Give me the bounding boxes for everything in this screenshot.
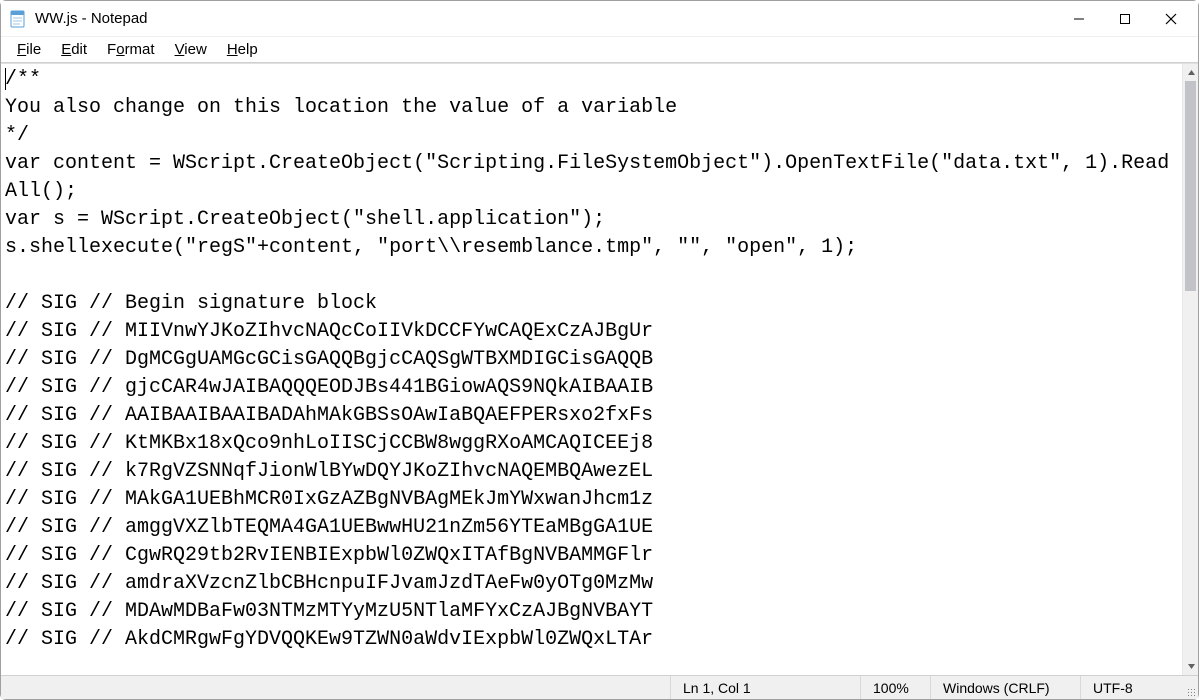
window-title: WW.js - Notepad [35, 10, 148, 27]
maximize-button[interactable] [1102, 1, 1148, 36]
content-area: /** You also change on this location the… [1, 63, 1198, 675]
statusbar: Ln 1, Col 1 100% Windows (CRLF) UTF-8 [1, 675, 1198, 699]
notepad-icon [9, 10, 27, 28]
text-editor[interactable]: /** You also change on this location the… [1, 64, 1182, 675]
status-eol: Windows (CRLF) [931, 676, 1081, 699]
window-controls [1056, 1, 1194, 36]
resize-grip-icon[interactable] [1181, 676, 1198, 699]
titlebar: WW.js - Notepad [1, 1, 1198, 37]
menu-edit[interactable]: Edit [51, 39, 97, 60]
menu-file[interactable]: File [7, 39, 51, 60]
scroll-up-icon[interactable] [1183, 64, 1198, 81]
status-position: Ln 1, Col 1 [671, 676, 861, 699]
menu-format[interactable]: Format [97, 39, 165, 60]
menu-help[interactable]: Help [217, 39, 268, 60]
menu-view[interactable]: View [165, 39, 217, 60]
scrollbar-thumb[interactable] [1185, 81, 1196, 291]
scroll-down-icon[interactable] [1183, 658, 1198, 675]
minimize-button[interactable] [1056, 1, 1102, 36]
close-button[interactable] [1148, 1, 1194, 36]
menubar: File Edit Format View Help [1, 37, 1198, 63]
status-encoding: UTF-8 [1081, 676, 1181, 699]
status-zoom: 100% [861, 676, 931, 699]
vertical-scrollbar[interactable] [1182, 64, 1198, 675]
